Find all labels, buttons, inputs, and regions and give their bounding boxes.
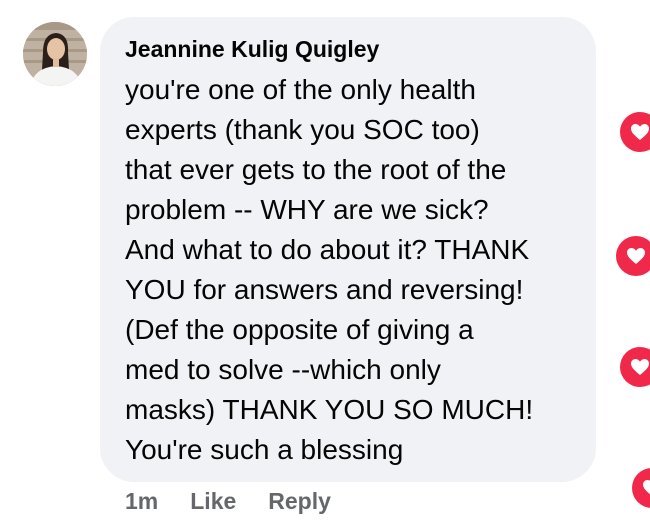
love-reaction-badge[interactable] (620, 112, 650, 152)
comment-actions: 1m Like Reply (125, 486, 331, 516)
comment-author-name[interactable]: Jeannine Kulig Quigley (125, 36, 379, 63)
love-reaction-badge[interactable] (616, 236, 650, 276)
comment-timestamp[interactable]: 1m (125, 488, 158, 515)
love-heart-icon (631, 359, 649, 375)
love-reaction-badge[interactable] (632, 468, 650, 508)
avatar[interactable] (23, 22, 87, 86)
love-heart-icon (627, 248, 645, 264)
avatar-photo (23, 22, 87, 86)
reply-button[interactable]: Reply (268, 488, 331, 515)
like-button[interactable]: Like (190, 488, 236, 515)
love-heart-icon (643, 480, 650, 495)
comment-text: you're one of the only health experts (t… (125, 74, 534, 465)
love-reaction-badge[interactable] (620, 347, 650, 387)
comment-thread: Jeannine Kulig Quigley you're one of the… (0, 0, 650, 524)
love-heart-icon (631, 124, 649, 140)
